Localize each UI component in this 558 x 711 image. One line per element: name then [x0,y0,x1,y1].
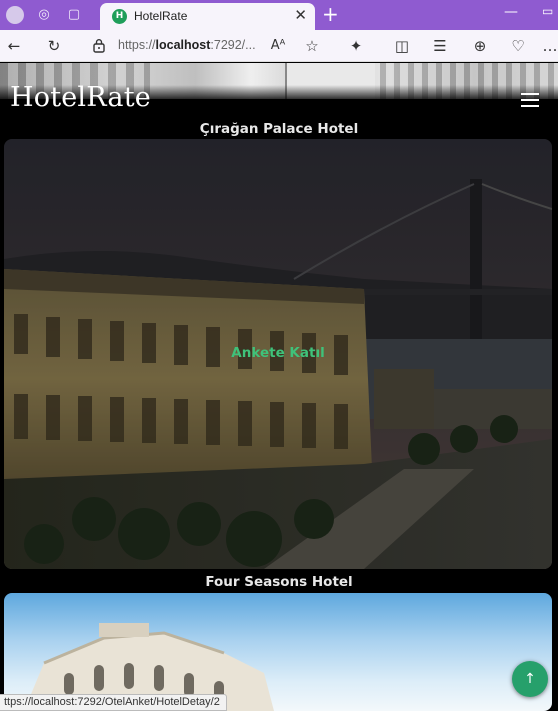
scroll-to-top-button[interactable]: ↑ [512,661,548,697]
url-host: localhost [155,38,211,52]
tab-favicon-icon: H [112,9,127,24]
hotel-title: Four Seasons Hotel [205,574,353,590]
browser-toolbar: ← ↻ https://localhost:7292/... Aᴬ ☆ ✦ ◫ … [0,30,558,62]
split-screen-icon[interactable]: ◫ [392,36,412,56]
browser-tab-bar: ◎ ▢ H HotelRate ✕ + — ▭ [0,0,558,30]
tab-actions-icon[interactable]: ▢ [66,7,82,23]
favorite-star-icon[interactable]: ☆ [302,36,322,56]
tab-close-icon[interactable]: ✕ [294,6,307,24]
favorites-icon[interactable]: ☰ [430,36,450,56]
workspaces-icon[interactable]: ◎ [36,7,52,23]
status-bar-url: ttps://localhost:7292/OtelAnket/HotelDet… [0,694,227,711]
hotel-card-image[interactable]: Ankete Katıl [4,139,552,569]
read-aloud-icon[interactable]: Aᴬ [268,36,288,56]
address-bar[interactable]: https://localhost:7292/... [118,38,256,52]
browser-essentials-icon[interactable]: ♡ [508,36,528,56]
url-rest: :7292/... [210,38,256,52]
site-brand-logo[interactable]: HotelRate [10,82,151,113]
more-options-icon[interactable]: … [540,36,558,56]
hamburger-menu-icon[interactable] [521,93,539,107]
maximize-icon[interactable]: ▭ [542,4,553,18]
hotel-title: Çırağan Palace Hotel [199,121,359,137]
extensions-icon[interactable]: ✦ [346,36,366,56]
new-tab-button[interactable]: + [322,4,339,24]
back-icon[interactable]: ← [4,36,24,56]
tab-title: HotelRate [134,9,188,23]
url-prefix: https:// [118,38,156,52]
collections-icon[interactable]: ⊕ [470,36,490,56]
join-survey-link[interactable]: Ankete Katıl [4,345,552,361]
minimize-icon[interactable]: — [504,4,518,20]
profile-avatar[interactable] [6,6,24,24]
browser-tab-active[interactable]: H HotelRate ✕ [100,3,315,30]
lock-icon[interactable] [92,38,106,53]
reload-icon[interactable]: ↻ [44,36,64,56]
